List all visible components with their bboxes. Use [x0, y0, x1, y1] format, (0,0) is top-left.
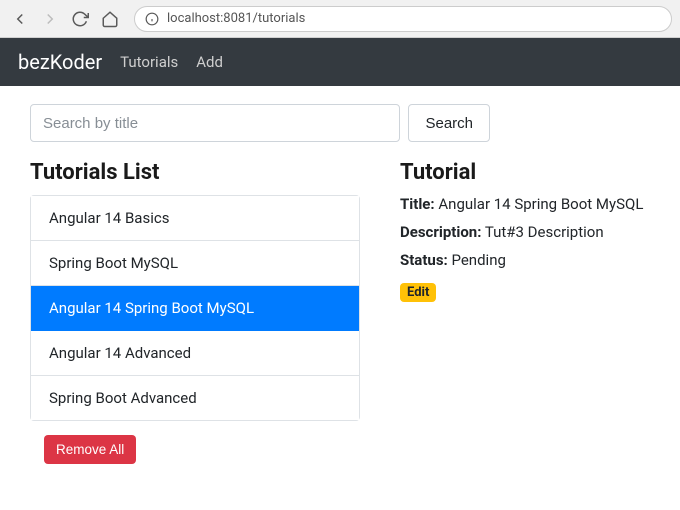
back-button[interactable] — [8, 7, 32, 31]
list-item[interactable]: Spring Boot Advanced — [31, 376, 359, 420]
detail-heading: Tutorial — [400, 160, 650, 185]
detail-status-label: Status: — [400, 251, 448, 269]
right-column: Tutorial Title: Angular 14 Spring Boot M… — [400, 160, 650, 464]
list-heading: Tutorials List — [30, 160, 360, 185]
site-info-icon — [145, 12, 159, 26]
edit-button[interactable]: Edit — [400, 283, 436, 302]
columns: Tutorials List Angular 14 Basics Spring … — [30, 160, 650, 464]
list-item[interactable]: Angular 14 Basics — [31, 196, 359, 241]
forward-button[interactable] — [38, 7, 62, 31]
left-column: Tutorials List Angular 14 Basics Spring … — [30, 160, 360, 464]
search-row: Search — [30, 104, 490, 142]
reload-button[interactable] — [68, 7, 92, 31]
list-item[interactable]: Angular 14 Spring Boot MySQL — [31, 286, 359, 331]
detail-description-label: Description: — [400, 223, 481, 241]
home-button[interactable] — [98, 7, 122, 31]
navbar: bezKoder Tutorials Add — [0, 38, 680, 86]
nav-link-add[interactable]: Add — [196, 53, 223, 71]
detail-description: Description: Tut#3 Description — [400, 223, 650, 241]
url-text: localhost:8081/tutorials — [167, 11, 305, 26]
remove-all-button[interactable]: Remove All — [44, 435, 136, 464]
address-bar[interactable]: localhost:8081/tutorials — [134, 6, 672, 32]
brand[interactable]: bezKoder — [18, 50, 102, 74]
detail-title-label: Title: — [400, 195, 435, 213]
main-container: Search Tutorials List Angular 14 Basics … — [0, 86, 680, 482]
search-button[interactable]: Search — [408, 104, 490, 142]
browser-chrome: localhost:8081/tutorials — [0, 0, 680, 38]
nav-link-tutorials[interactable]: Tutorials — [120, 53, 178, 71]
tutorials-list: Angular 14 Basics Spring Boot MySQL Angu… — [30, 195, 360, 421]
detail-title-value: Angular 14 Spring Boot MySQL — [438, 195, 643, 213]
list-item[interactable]: Spring Boot MySQL — [31, 241, 359, 286]
search-input[interactable] — [30, 104, 400, 142]
detail-title: Title: Angular 14 Spring Boot MySQL — [400, 195, 650, 213]
detail-description-value: Tut#3 Description — [485, 223, 604, 241]
list-item[interactable]: Angular 14 Advanced — [31, 331, 359, 376]
detail-status-value: Pending — [451, 251, 505, 269]
detail-status: Status: Pending — [400, 251, 650, 269]
